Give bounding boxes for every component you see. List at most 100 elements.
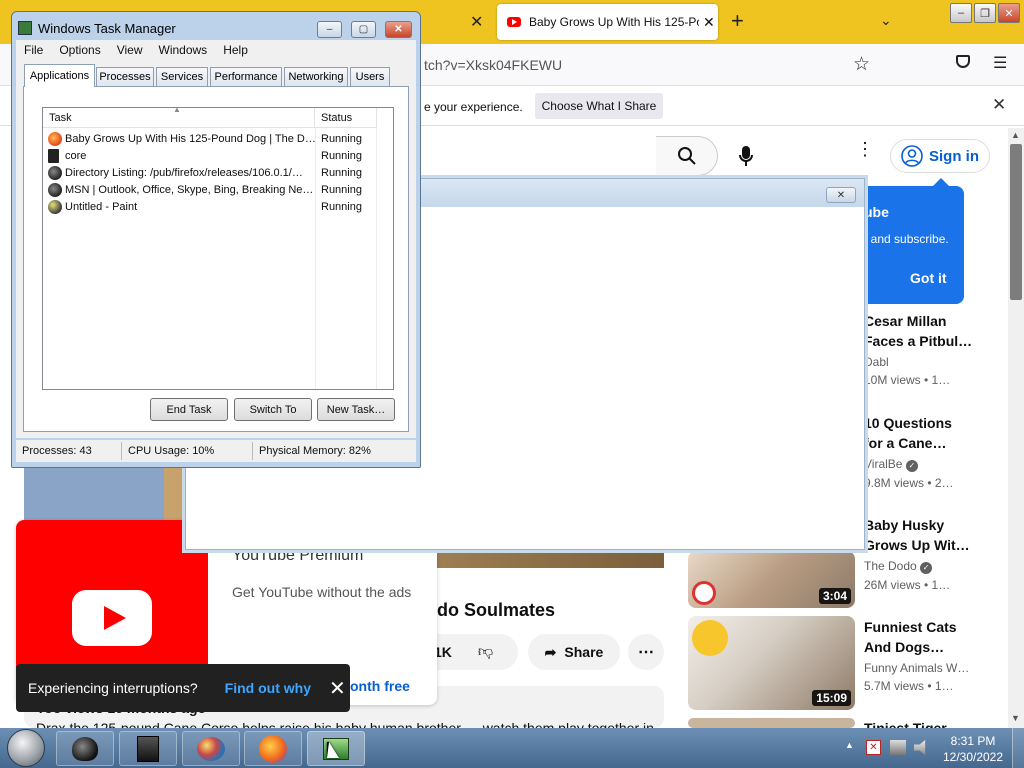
video-thumbnail[interactable]: 15:09 (688, 616, 855, 710)
related-video[interactable]: 10 Questions for a Cane… ViralBe ✓ 9.8M … (864, 413, 974, 490)
got-it-button[interactable]: Got it (910, 270, 947, 286)
notification-close-icon[interactable]: ✕ (992, 95, 1006, 115)
task-row[interactable]: MSN | Outlook, Office, Skype, Bing, Brea… (43, 181, 393, 198)
toast-close-icon[interactable]: ✕ (329, 676, 346, 701)
tab-services[interactable]: Services (156, 67, 208, 86)
firefox-app-icon (259, 734, 287, 763)
taskbar-app[interactable] (182, 731, 240, 766)
applications-panel: Task ▲ Status Baby Grows Up With His 125… (23, 86, 409, 432)
restore-button[interactable]: ❐ (974, 3, 996, 23)
notification-text: e your experience. (424, 100, 523, 114)
more-options-icon[interactable]: ⋮ (856, 140, 874, 158)
show-hidden-icons[interactable]: ▲ (845, 740, 854, 750)
video-title: odo Soulmates (426, 600, 556, 620)
video-thumbnail[interactable]: 3:04 (688, 551, 855, 608)
tm-minimize-button[interactable]: – (317, 21, 342, 38)
tab-users[interactable]: Users (350, 67, 390, 86)
taskbar-app[interactable] (56, 731, 114, 766)
menu-windows[interactable]: Windows (151, 43, 216, 57)
find-out-why-link[interactable]: Find out why (225, 680, 311, 696)
tooltip-text: , and subscribe. (864, 232, 949, 246)
task-row[interactable]: Untitled - Paint Running (43, 198, 393, 215)
tab-processes[interactable]: Processes (96, 67, 154, 86)
choose-what-i-share-button[interactable]: Choose What I Share (535, 93, 663, 119)
related-video[interactable]: Baby Husky Grows Up Wit… The Dodo ✓ 26M … (864, 515, 974, 592)
column-status[interactable]: Status (315, 108, 377, 128)
action-center-icon[interactable]: ✕ (866, 740, 881, 755)
search-button[interactable] (656, 136, 718, 176)
column-task[interactable]: Task ▲ (43, 105, 315, 128)
scroll-down-icon[interactable]: ▼ (1011, 713, 1020, 723)
blank-window-close-button[interactable]: ✕ (826, 187, 856, 203)
task-list[interactable]: Task ▲ Status Baby Grows Up With His 125… (42, 105, 394, 390)
mouse-cursor (327, 742, 339, 758)
premium-text: Get YouTube without the ads (232, 584, 412, 600)
app-menu-icon[interactable]: ☰ (993, 53, 1007, 73)
interruptions-toast: Experiencing interruptions? Find out why… (16, 664, 350, 712)
clock-date: 12/30/2022 (942, 750, 1004, 764)
menu-file[interactable]: File (16, 43, 51, 57)
page-scrollbar[interactable]: ▲ ▼ (1008, 128, 1024, 728)
related-video[interactable]: Tiniest Tiger (864, 718, 974, 728)
clock[interactable]: 8:31 PM 12/30/2022 (940, 733, 1006, 765)
list-tabs-icon[interactable]: ⌄ (880, 12, 892, 29)
premium-cta[interactable]: onth free (350, 678, 410, 694)
tab-close-icon[interactable]: ✕ (703, 14, 715, 31)
menu-help[interactable]: Help (215, 43, 256, 57)
task-row[interactable]: core Running (43, 147, 393, 164)
tab-close-icon[interactable]: ✕ (470, 12, 483, 32)
end-task-button[interactable]: End Task (150, 398, 228, 421)
tooltip-title: ube (864, 204, 889, 220)
video-duration: 15:09 (812, 690, 851, 706)
start-button[interactable] (7, 729, 45, 767)
new-tab-button[interactable]: + (731, 8, 744, 34)
dodo-logo (692, 581, 716, 605)
share-label: Share (564, 644, 604, 660)
tab-performance[interactable]: Performance (210, 67, 282, 86)
processes-count: Processes: 43 (16, 442, 122, 460)
video-duration: 3:04 (818, 588, 851, 604)
tm-menubar: File Options View Windows Help (16, 40, 416, 60)
scrollbar-thumb[interactable] (1010, 144, 1022, 300)
scroll-up-icon[interactable]: ▲ (1011, 130, 1020, 140)
video-thumbnail[interactable] (688, 718, 855, 728)
minimize-button[interactable]: – (950, 3, 972, 23)
tm-close-button[interactable]: ✕ (385, 21, 412, 38)
tab-applications[interactable]: Applications (24, 64, 95, 87)
tm-maximize-button[interactable]: ▢ (351, 21, 376, 38)
related-video[interactable]: Funniest Cats And Dogs… Funny Animals W…… (864, 617, 974, 693)
helmet-app-icon (72, 736, 98, 761)
voice-search-icon[interactable] (738, 145, 754, 170)
show-desktop-button[interactable] (1012, 728, 1024, 768)
taskbar-app[interactable] (244, 731, 302, 766)
task-row[interactable]: Directory Listing: /pub/firefox/releases… (43, 164, 393, 181)
share-button[interactable]: ➦ Share (528, 634, 620, 670)
url-bar[interactable]: tch?v=Xksk04FKEWU (424, 57, 562, 73)
sign-in-button[interactable]: Sign in (890, 139, 990, 173)
description-text: Drax the 125-pound Cane Corso helps rais… (36, 720, 654, 728)
network-icon[interactable] (890, 740, 906, 755)
new-task-button[interactable]: New Task… (317, 398, 395, 421)
close-window-button[interactable]: ✕ (998, 3, 1020, 23)
share-icon: ➦ (544, 643, 557, 660)
switch-to-button[interactable]: Switch To (234, 398, 312, 421)
cmd-app-icon (137, 735, 159, 762)
taskbar-app[interactable] (119, 731, 177, 766)
firefox-icon (48, 131, 62, 146)
task-manager-window: Windows Task Manager – ▢ ✕ File Options … (11, 11, 421, 468)
related-video[interactable]: Cesar Millan Faces a Pitbul… Dabl 10M vi… (864, 311, 974, 387)
tab-networking[interactable]: Networking (284, 67, 348, 86)
window-title: Windows Task Manager (38, 20, 176, 36)
task-manager-titlebar[interactable]: Windows Task Manager (18, 17, 176, 39)
bookmark-star-icon[interactable]: ☆ (853, 53, 870, 76)
menu-options[interactable]: Options (51, 43, 108, 57)
tm-status-bar: Processes: 43 CPU Usage: 10% Physical Me… (16, 440, 416, 462)
clock-time: 8:31 PM (950, 734, 996, 748)
menu-view[interactable]: View (109, 43, 151, 57)
firefox-icon (48, 182, 62, 197)
task-manager-icon (18, 21, 32, 35)
task-row[interactable]: Baby Grows Up With His 125-Pound Dog | T… (43, 130, 393, 147)
browser-tab-youtube[interactable]: Baby Grows Up With His 125-Po ✕ (497, 4, 718, 40)
more-actions-button[interactable]: ⋯ (628, 634, 664, 670)
dislike-icon[interactable]: 👎︎ (478, 643, 493, 661)
